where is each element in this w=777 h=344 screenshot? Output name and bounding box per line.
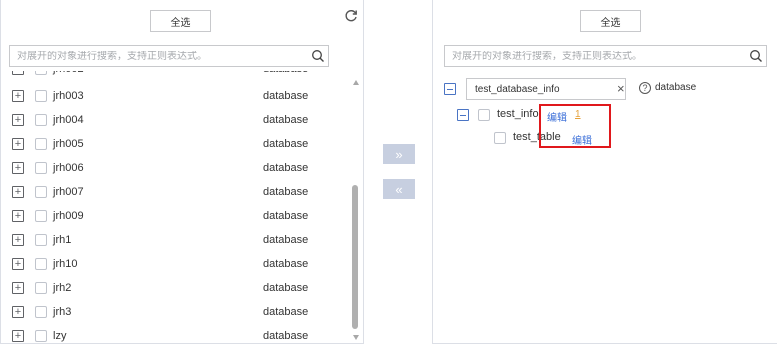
- database-name-field[interactable]: test_database_info: [466, 78, 626, 100]
- table-group-checkbox[interactable]: [478, 109, 490, 121]
- source-search-input[interactable]: [10, 50, 308, 62]
- expand-icon[interactable]: +: [12, 258, 24, 270]
- move-left-button[interactable]: «: [383, 179, 415, 199]
- item-name: jrh002: [53, 71, 84, 75]
- item-name: jrh1: [53, 234, 72, 246]
- item-checkbox[interactable]: [35, 210, 47, 222]
- table-group-name: test_info: [497, 108, 539, 120]
- item-checkbox[interactable]: [35, 114, 47, 126]
- item-type: database: [263, 90, 309, 102]
- expand-icon[interactable]: +: [12, 138, 24, 150]
- expand-icon[interactable]: +: [12, 71, 24, 75]
- search-icon[interactable]: [308, 46, 328, 66]
- item-checkbox[interactable]: [35, 162, 47, 174]
- item-name: jrh3: [53, 306, 72, 318]
- expand-icon[interactable]: +: [12, 90, 24, 102]
- expand-icon[interactable]: +: [12, 234, 24, 246]
- target-search-input[interactable]: [445, 50, 746, 62]
- item-name: jrh006: [53, 162, 84, 174]
- clear-icon[interactable]: ×: [617, 81, 625, 96]
- item-type: database: [263, 71, 308, 75]
- item-name: jrh10: [53, 258, 78, 270]
- item-checkbox[interactable]: [35, 330, 47, 342]
- list-item[interactable]: + jrh009 database: [1, 204, 345, 228]
- item-type: database: [263, 282, 309, 294]
- list-item[interactable]: + jrh3 database: [1, 300, 345, 324]
- item-type: database: [263, 162, 309, 174]
- item-type: database: [263, 186, 309, 198]
- item-name: jrh004: [53, 114, 84, 126]
- list-item[interactable]: + jrh004 database: [1, 108, 345, 132]
- item-type: database: [263, 234, 309, 246]
- expand-icon[interactable]: +: [12, 306, 24, 318]
- item-checkbox[interactable]: [35, 90, 47, 102]
- expand-icon[interactable]: +: [12, 114, 24, 126]
- list-item[interactable]: + jrh002 database: [1, 71, 345, 81]
- target-search-box: [444, 45, 767, 67]
- refresh-icon[interactable]: [344, 9, 358, 23]
- select-all-button[interactable]: 全选: [150, 10, 211, 32]
- item-checkbox[interactable]: [35, 282, 47, 294]
- list-item[interactable]: + jrh10 database: [1, 252, 345, 276]
- list-item[interactable]: + jrh007 database: [1, 180, 345, 204]
- item-name: jrh005: [53, 138, 84, 150]
- highlight-box: [539, 104, 611, 148]
- list-item[interactable]: + jrh1 database: [1, 228, 345, 252]
- help-icon[interactable]: ?: [639, 82, 651, 94]
- collapse-icon[interactable]: [457, 109, 469, 121]
- list-item[interactable]: + jrh2 database: [1, 276, 345, 300]
- item-checkbox[interactable]: [35, 71, 47, 75]
- scroll-down-arrow-icon[interactable]: [353, 335, 359, 340]
- list-item[interactable]: + lzy database: [1, 324, 345, 343]
- item-checkbox[interactable]: [35, 186, 47, 198]
- table-checkbox[interactable]: [494, 132, 506, 144]
- item-name: jrh009: [53, 210, 84, 222]
- database-type: database: [655, 82, 697, 93]
- source-list: + jrh002 database + jrh003 database + jr…: [1, 71, 345, 343]
- expand-icon[interactable]: +: [12, 162, 24, 174]
- search-icon[interactable]: [746, 46, 766, 66]
- item-checkbox[interactable]: [35, 138, 47, 150]
- item-type: database: [263, 258, 309, 270]
- expand-icon[interactable]: +: [12, 282, 24, 294]
- item-name: lzy: [53, 330, 67, 342]
- item-checkbox[interactable]: [35, 258, 47, 270]
- list-item[interactable]: + jrh005 database: [1, 132, 345, 156]
- item-type: database: [263, 210, 309, 222]
- move-right-button[interactable]: »: [383, 144, 415, 164]
- source-panel: 全选 + jrh002 database + jrh003 database +…: [0, 0, 364, 344]
- item-name: jrh003: [53, 90, 84, 102]
- collapse-icon[interactable]: [444, 83, 456, 95]
- item-checkbox[interactable]: [35, 306, 47, 318]
- item-type: database: [263, 114, 309, 126]
- list-item[interactable]: + jrh006 database: [1, 156, 345, 180]
- item-type: database: [263, 306, 309, 318]
- expand-icon[interactable]: +: [12, 210, 24, 222]
- item-type: database: [263, 138, 309, 150]
- item-name: jrh2: [53, 282, 72, 294]
- select-all-button[interactable]: 全选: [580, 10, 641, 32]
- item-type: database: [263, 330, 309, 342]
- item-name: jrh007: [53, 186, 84, 198]
- target-panel: 全选 test_database_info × ? database test_…: [432, 0, 777, 344]
- expand-icon[interactable]: +: [12, 330, 24, 342]
- scroll-up-arrow-icon[interactable]: [353, 80, 359, 85]
- database-node: test_database_info × ? database: [444, 78, 696, 100]
- list-item[interactable]: + jrh003 database: [1, 84, 345, 108]
- source-search-box: [9, 45, 329, 67]
- expand-icon[interactable]: +: [12, 186, 24, 198]
- scrollbar-thumb[interactable]: [352, 185, 358, 329]
- item-checkbox[interactable]: [35, 234, 47, 246]
